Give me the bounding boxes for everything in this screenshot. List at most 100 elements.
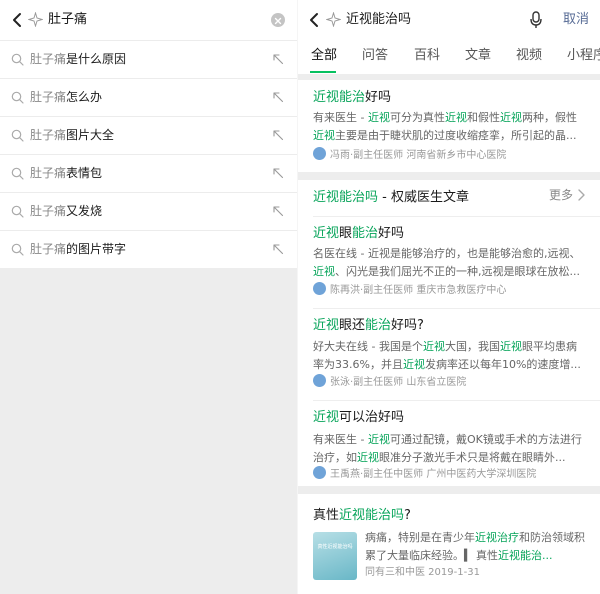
search-input[interactable]: 肚子痛 xyxy=(48,10,87,30)
text-segment: 可以治好吗 xyxy=(339,410,405,425)
chevron-left-icon[interactable] xyxy=(9,12,25,28)
arrow-up-left-icon[interactable] xyxy=(272,205,284,217)
search-input[interactable]: 近视能治吗 xyxy=(346,10,411,30)
suggestion-text: 肚子痛怎么办 xyxy=(30,90,103,104)
suggestion-item[interactable]: 肚子痛又发烧 xyxy=(0,192,298,230)
search-icon xyxy=(11,243,24,256)
suggestion-item[interactable]: 肚子痛图片大全 xyxy=(0,116,298,154)
highlight-text: 能治 xyxy=(365,318,392,333)
suggestion-text: 肚子痛表情包 xyxy=(30,166,103,180)
divider xyxy=(313,216,600,217)
right-panel: 近视能治吗 取消 全部 问答 百科 文章 视频 小程序 近视能治好吗 有来医生 … xyxy=(298,0,600,594)
tab-all[interactable]: 全部 xyxy=(311,46,337,66)
result-card[interactable]: 真性近视能治吗? 真性近视能治吗 病痛，特别是在青少年近视治疗和防治领域积累了大… xyxy=(298,494,600,594)
search-bar-right: 近视能治吗 取消 xyxy=(298,0,600,40)
article-snippet: 名医在线 - 近视是能够治疗的，也是能够治愈的,远视、近视、闪光是我们屈光不正的… xyxy=(313,245,585,281)
result-snippet: 有来医生 - 近视可分为真性近视和假性近视两种，假性近视主要是由于睫状肌的过度收… xyxy=(313,109,585,145)
suggestion-item[interactable]: 肚子痛的图片带字 xyxy=(0,230,298,268)
suggestion-text: 肚子痛图片大全 xyxy=(30,128,115,142)
article-source: 陈再洪·副主任医师 重庆市急救医疗中心 xyxy=(313,282,506,298)
tab-articles[interactable]: 文章 xyxy=(465,46,491,66)
text-segment: 可分为真性 xyxy=(389,111,445,124)
article-snippet: 有来医生 - 近视可通过配镜，戴OK镜或手术的方法进行治疗，如近视眼准分子激光手… xyxy=(313,431,585,467)
text-segment: 主要是由于睫状肌的过度收缩痉挛，所引起的晶... xyxy=(335,129,577,142)
highlight-text: 近视 xyxy=(367,111,390,124)
highlight-text: 能治 xyxy=(352,226,379,241)
cancel-button[interactable]: 取消 xyxy=(563,10,589,30)
search-icon xyxy=(11,91,24,104)
section-title: 近视能治吗 - 权威医生文章 xyxy=(313,190,469,205)
divider xyxy=(313,400,600,401)
microphone-icon[interactable] xyxy=(529,11,543,29)
search-icon xyxy=(11,129,24,142)
result-title[interactable]: 真性近视能治吗? xyxy=(313,506,411,526)
article-source: 张泳·副主任医师 山东省立医院 xyxy=(313,374,466,390)
more-link[interactable]: 更多 xyxy=(549,187,573,203)
suggestion-text: 肚子痛的图片带字 xyxy=(30,242,127,256)
divider xyxy=(313,308,600,309)
tab-qa[interactable]: 问答 xyxy=(362,46,388,66)
arrow-up-left-icon[interactable] xyxy=(272,53,284,65)
result-title[interactable]: 近视能治好吗 xyxy=(313,88,391,108)
result-source: 冯雨·副主任医师 河南省新乡市中心医院 xyxy=(313,147,506,163)
tab-encyclopedia[interactable]: 百科 xyxy=(414,46,440,66)
result-source: 同有三和中医 2019-1-31 xyxy=(365,567,480,578)
active-tab-indicator xyxy=(310,71,336,73)
highlight-text: 近视 xyxy=(313,265,335,278)
article-title[interactable]: 近视可以治好吗 xyxy=(313,408,404,428)
text-segment: 名医在线 - 近视是能够治疗的，也是能够治愈的,远视、 xyxy=(313,247,581,260)
suggestion-text: 肚子痛又发烧 xyxy=(30,204,103,218)
highlight-text: 近视 xyxy=(313,226,340,241)
tab-mini-programs[interactable]: 小程序 xyxy=(567,46,600,66)
highlight-text: 近视能治吗 xyxy=(339,508,405,523)
search-bar-left: 肚子痛 xyxy=(0,0,298,40)
text-segment: 大国，我国 xyxy=(444,340,500,353)
sparkle-icon xyxy=(28,12,43,27)
highlight-text: 近视 xyxy=(499,340,522,353)
clear-circle-icon[interactable] xyxy=(271,13,285,27)
arrow-up-left-icon[interactable] xyxy=(272,91,284,103)
highlight-text: 近视 xyxy=(313,410,340,425)
thumbnail-caption: 真性近视能治吗 xyxy=(317,544,353,550)
arrow-up-left-icon[interactable] xyxy=(272,243,284,255)
text-segment: 好吗 xyxy=(378,226,405,241)
suggestion-list: 肚子痛是什么原因 肚子痛怎么办 肚子痛图片大全 肚子痛表情包 肚子痛又发烧肚子痛的图片带… xyxy=(0,40,298,268)
search-icon xyxy=(11,53,24,66)
text-segment: 、闪光是我们屈光不正的一种,远视是眼球在放松... xyxy=(335,265,580,278)
tab-videos[interactable]: 视频 xyxy=(516,46,542,66)
highlight-text: 近视 xyxy=(422,340,445,353)
search-icon xyxy=(11,167,24,180)
article-title[interactable]: 近视眼能治好吗 xyxy=(313,224,404,244)
highlight-text: 近视 xyxy=(357,451,379,464)
text-segment: 有来医生 - xyxy=(313,433,368,446)
avatar xyxy=(313,374,326,387)
arrow-up-left-icon[interactable] xyxy=(272,167,284,179)
avatar xyxy=(313,466,326,479)
text-segment: 好大夫在线 - 我国是个 xyxy=(313,340,423,353)
highlight-text: 近视 xyxy=(313,129,335,142)
result-thumbnail[interactable]: 真性近视能治吗 xyxy=(313,532,357,580)
text-segment: 有来医生 - xyxy=(313,111,368,124)
avatar xyxy=(313,147,326,160)
text-segment: 病痛，特别是在青少年 xyxy=(365,531,475,544)
highlight-text: 近视 xyxy=(313,318,340,333)
sparkle-icon xyxy=(326,12,341,27)
arrow-up-left-icon[interactable] xyxy=(272,129,284,141)
highlight-text: 近视 xyxy=(499,111,522,124)
text-segment: 真性 xyxy=(313,508,340,523)
suggestion-item[interactable]: 肚子痛怎么办 xyxy=(0,78,298,116)
result-card[interactable]: 近视能治好吗 有来医生 - 近视可分为真性近视和假性近视两种，假性近视主要是由于… xyxy=(298,80,600,172)
suggestion-text: 肚子痛是什么原因 xyxy=(30,52,127,66)
text-segment: 眼 xyxy=(339,226,353,241)
chevron-right-icon[interactable] xyxy=(577,189,585,201)
highlight-text: 近视 xyxy=(402,358,425,371)
article-section: 近视能治吗 - 权威医生文章 更多 近视眼能治好吗 名医在线 - 近视是能够治疗… xyxy=(298,180,600,486)
suggestion-item[interactable]: 肚子痛是什么原因 xyxy=(0,40,298,78)
avatar xyxy=(313,282,326,295)
chevron-left-icon[interactable] xyxy=(306,12,322,28)
highlight-text: 近视治疗 xyxy=(475,531,519,544)
suggestion-item[interactable]: 肚子痛表情包 xyxy=(0,154,298,192)
article-title[interactable]: 近视眼还能治好吗? xyxy=(313,316,424,336)
article-snippet: 好大夫在线 - 我国是个近视大国，我国近视眼平均患病率为33.6%，并且近视发病… xyxy=(313,338,585,374)
text-segment: ? xyxy=(404,508,411,523)
